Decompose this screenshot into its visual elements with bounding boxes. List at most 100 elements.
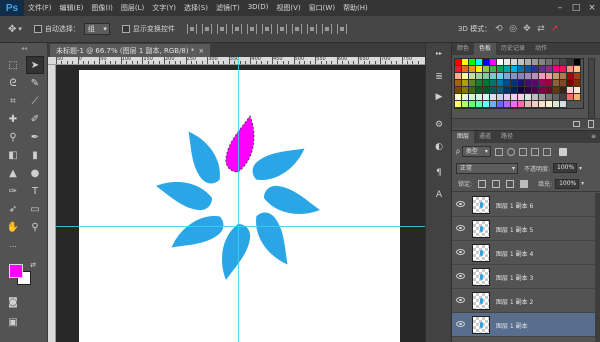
color-swatch[interactable] <box>504 87 511 94</box>
color-swatch[interactable] <box>490 66 497 73</box>
color-swatch[interactable] <box>560 73 567 80</box>
color-swatch[interactable] <box>560 87 567 94</box>
color-swatch[interactable] <box>539 101 546 108</box>
menu-item[interactable]: 编辑(E) <box>60 3 84 13</box>
color-swatch[interactable] <box>483 101 490 108</box>
color-swatch[interactable] <box>511 87 518 94</box>
delete-swatch-icon[interactable] <box>588 120 594 128</box>
color-swatch[interactable] <box>469 101 476 108</box>
close-button[interactable]: × <box>584 0 600 16</box>
3d-rotate-icon[interactable]: ⟲ <box>495 24 505 34</box>
color-swatch[interactable] <box>483 59 490 66</box>
more-tools-icon[interactable]: … <box>4 235 22 253</box>
color-swatch[interactable] <box>483 80 490 87</box>
color-swatch[interactable] <box>532 59 539 66</box>
blur-tool-icon[interactable]: ▲ <box>4 164 22 182</box>
color-swatch[interactable] <box>525 66 532 73</box>
filter-shape-icon[interactable] <box>530 147 539 156</box>
menu-item[interactable]: 滤镜(T) <box>216 3 240 13</box>
new-swatch-icon[interactable] <box>573 121 580 127</box>
color-swatch[interactable] <box>476 80 483 87</box>
color-swatch[interactable] <box>497 66 504 73</box>
color-swatch[interactable] <box>574 87 581 94</box>
horizontal-guide[interactable] <box>56 226 425 227</box>
menu-item[interactable]: 窗口(W) <box>309 3 335 13</box>
color-swatch[interactable] <box>560 101 567 108</box>
color-swatch[interactable] <box>476 94 483 101</box>
color-swatch[interactable] <box>476 73 483 80</box>
lock-image-icon[interactable] <box>492 179 501 188</box>
color-swatch[interactable] <box>518 87 525 94</box>
character-panel-icon[interactable]: A <box>433 189 445 201</box>
color-swatch[interactable] <box>511 80 518 87</box>
color-swatch[interactable] <box>497 80 504 87</box>
petal[interactable] <box>171 129 230 188</box>
color-swatch[interactable] <box>476 66 483 73</box>
color-swatch[interactable] <box>574 59 581 66</box>
menu-item[interactable]: 选择(S) <box>184 3 208 13</box>
fill-input[interactable]: 100% <box>555 178 580 189</box>
3d-pan-icon[interactable]: ✥ <box>523 24 533 34</box>
eyedropper-tool-icon[interactable]: ⟋ <box>26 92 44 110</box>
color-swatch[interactable] <box>532 80 539 87</box>
color-swatch[interactable] <box>553 59 560 66</box>
color-swatch[interactable] <box>546 101 553 108</box>
lasso-tool-icon[interactable]: ᘓ <box>4 74 22 92</box>
menu-item[interactable]: 帮助(H) <box>343 3 368 13</box>
menu-item[interactable]: 图像(I) <box>91 3 113 13</box>
color-swatch[interactable] <box>574 94 581 101</box>
layer-row[interactable]: 图层 1 副本 2 <box>452 289 600 313</box>
opacity-input[interactable]: 100% <box>553 163 578 173</box>
color-swatch[interactable] <box>490 73 497 80</box>
color-swatch[interactable] <box>560 80 567 87</box>
maximize-button[interactable]: □ <box>568 0 584 16</box>
swatches-scrollbar[interactable] <box>588 58 595 120</box>
layers-panel-tab[interactable]: 通道 <box>474 131 496 143</box>
color-swatch[interactable] <box>539 94 546 101</box>
color-swatch[interactable] <box>504 73 511 80</box>
color-swatch[interactable] <box>469 73 476 80</box>
tool-preset-dropdown-icon[interactable]: ▾ <box>18 25 22 33</box>
color-swatch[interactable] <box>567 73 574 80</box>
visibility-eye-icon[interactable] <box>456 249 465 255</box>
petal[interactable] <box>264 185 320 214</box>
screen-mode-icon[interactable]: ▣ <box>4 313 22 331</box>
swap-colors-icon[interactable]: ⇄ <box>28 260 38 270</box>
layers-panel-menu-icon[interactable]: ≡ <box>591 133 596 140</box>
vertical-ruler[interactable] <box>48 65 56 342</box>
menu-item[interactable]: 3D(D) <box>248 3 269 13</box>
color-swatch[interactable] <box>455 94 462 101</box>
color-swatch[interactable] <box>476 101 483 108</box>
color-swatch[interactable] <box>574 73 581 80</box>
color-swatch[interactable] <box>497 59 504 66</box>
paragraph-panel-icon[interactable]: ¶ <box>433 167 445 179</box>
color-swatch[interactable] <box>483 66 490 73</box>
color-swatch[interactable] <box>455 59 462 66</box>
document-tab-close-icon[interactable]: × <box>198 47 204 55</box>
color-swatch[interactable] <box>546 59 553 66</box>
distribute-bottom-icon[interactable] <box>306 24 317 34</box>
color-swatch[interactable] <box>469 87 476 94</box>
visibility-eye-icon[interactable] <box>456 273 465 279</box>
fill-dropdown-icon[interactable]: ▾ <box>581 180 584 187</box>
actions-panel-icon[interactable]: ▶ <box>433 91 445 103</box>
filter-smart-object-icon[interactable] <box>542 147 551 156</box>
color-swatch[interactable] <box>483 94 490 101</box>
filter-pixel-icon[interactable] <box>494 147 503 156</box>
layer-row[interactable]: 图层 1 副本 5 <box>452 217 600 241</box>
lock-transparent-icon[interactable] <box>478 179 487 188</box>
distribute-left-icon[interactable] <box>321 24 332 34</box>
blend-mode-dropdown[interactable]: 正常 <box>456 162 518 174</box>
adjustments-panel-icon[interactable]: ◐ <box>433 141 445 153</box>
color-swatch[interactable] <box>504 66 511 73</box>
healing-brush-tool-icon[interactable]: ✚ <box>4 110 22 128</box>
lock-position-icon[interactable] <box>506 179 515 188</box>
layer-row[interactable]: 图层 1 副本 4 <box>452 241 600 265</box>
color-swatch[interactable] <box>539 87 546 94</box>
color-swatch[interactable] <box>525 59 532 66</box>
color-swatch[interactable] <box>560 94 567 101</box>
swatch-panel-tab[interactable]: 颜色 <box>452 43 474 55</box>
color-swatch[interactable] <box>518 59 525 66</box>
marquee-tool-icon[interactable]: ⬚ <box>4 56 22 74</box>
path-selection-tool-icon[interactable]: ➶ <box>4 200 22 218</box>
